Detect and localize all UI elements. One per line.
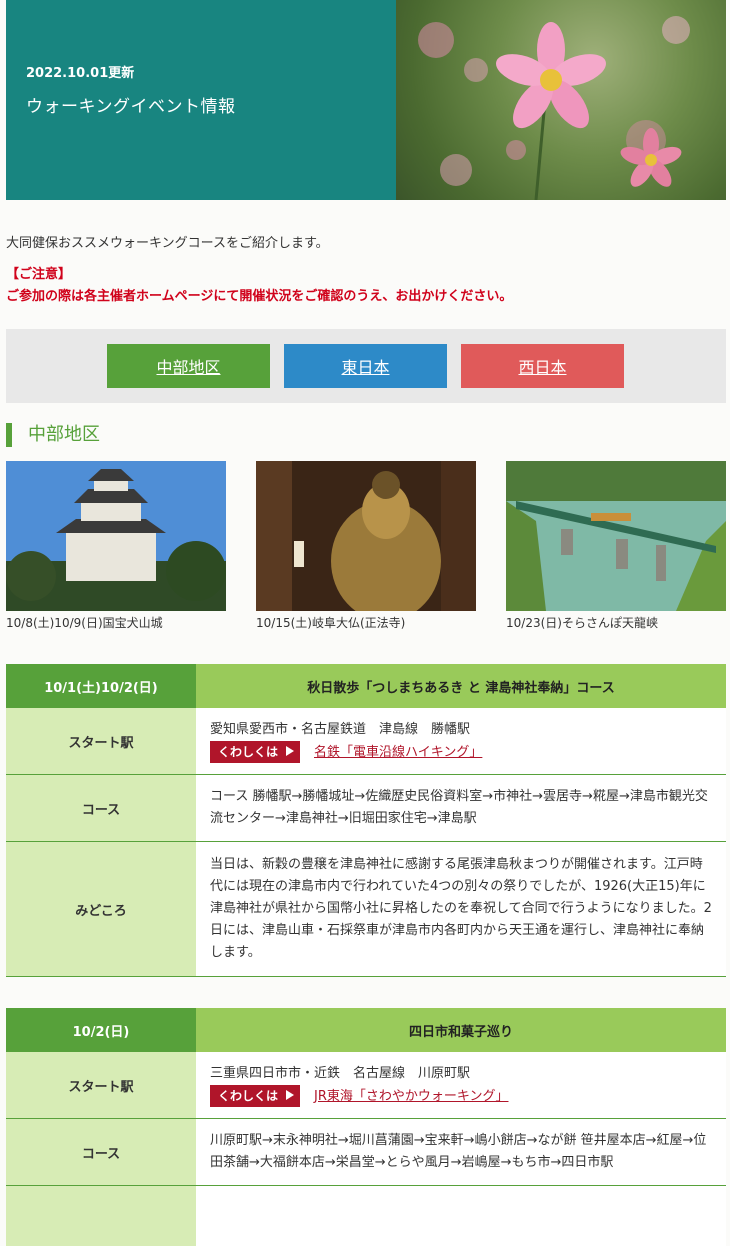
start-station-cell: 三重県四日市市・近鉄 名古屋線 川原町駅 くわしくは JR東海「さわやかウォーキン… <box>196 1052 726 1119</box>
start-station-cell: 愛知県愛西市・名古屋鉄道 津島線 勝幡駅 くわしくは 名鉄「電車沿線ハイキング」 <box>196 708 726 775</box>
table-row: みどころ 当日は、新穀の豊穣を津島神社に感謝する尾張津島秋まつりが開催されます。… <box>6 842 726 977</box>
detail-button-label: くわしくは <box>218 745 278 759</box>
gifu-daibutsu-photo <box>256 461 476 611</box>
detail-button[interactable]: くわしくは <box>210 1085 300 1107</box>
cosmos-illustration <box>396 0 726 200</box>
event-table: 10/2(日) 四日市和菓子巡り スタート駅 三重県四日市市・近鉄 名古屋線 川… <box>6 1008 726 1246</box>
event-header-row: 10/2(日) 四日市和菓子巡り <box>6 1008 726 1052</box>
intro-text: 大同健保おススメウォーキングコースをご紹介します。 <box>6 232 329 251</box>
photo-caption: 10/15(土)岐阜大仏(正法寺) <box>256 614 405 631</box>
update-date: 2022.10.01更新 <box>26 62 134 81</box>
arrow-right-icon <box>286 1090 294 1100</box>
start-station: 三重県四日市市・近鉄 名古屋線 川原町駅 <box>210 1063 714 1085</box>
nav-east-button[interactable]: 東日本 <box>284 344 447 388</box>
cosmos-flower-image <box>396 0 726 200</box>
header-panel: 2022.10.01更新 ウォーキングイベント情報 <box>6 0 396 200</box>
event-header-row: 10/1(土)10/2(日) 秋日散歩「つしまちあるき と 津島神社奉納」コース <box>6 664 726 708</box>
page-title: ウォーキングイベント情報 <box>26 92 236 117</box>
detail-button[interactable]: くわしくは <box>210 741 300 763</box>
row-label: みどころ <box>6 842 196 977</box>
region-nav: 中部地区 東日本 西日本 <box>6 329 726 403</box>
inuyama-castle-photo <box>6 461 226 611</box>
table-row <box>6 1186 726 1246</box>
row-label: コース <box>6 775 196 842</box>
course-cell: コース 勝幡駅→勝幡城址→佐織歴史民俗資料室→市神社→雲居寺→糀屋→津島市観光交… <box>196 775 726 842</box>
row-label: スタート駅 <box>6 708 196 775</box>
tenryukyo-photo <box>506 461 726 611</box>
external-link[interactable]: JR東海「さわやかウォーキング」 <box>314 1089 508 1104</box>
notice-box: 【ご注意】 ご参加の際は各主催者ホームページにて開催状況をご確認のうえ、お出かけ… <box>6 264 512 308</box>
table-row: コース コース 勝幡駅→勝幡城址→佐織歴史民俗資料室→市神社→雲居寺→糀屋→津島… <box>6 775 726 842</box>
empty-cell <box>196 1186 726 1246</box>
event-date: 10/2(日) <box>6 1008 196 1052</box>
photo-caption: 10/8(土)10/9(日)国宝犬山城 <box>6 614 163 631</box>
arrow-right-icon <box>286 746 294 756</box>
table-row: スタート駅 三重県四日市市・近鉄 名古屋線 川原町駅 くわしくは JR東海「さわや… <box>6 1052 726 1119</box>
page-header: 2022.10.01更新 ウォーキングイベント情報 <box>6 0 726 200</box>
table-row: コース 川原町駅→末永神明社→堀川菖蒲園→宝来軒→嶋小餅店→なが餅 笹井屋本店→… <box>6 1119 726 1186</box>
event-title: 秋日散歩「つしまちあるき と 津島神社奉納」コース <box>196 664 726 708</box>
notice-heading: 【ご注意】 <box>6 264 512 286</box>
nav-chubu-button[interactable]: 中部地区 <box>107 344 270 388</box>
photo-caption: 10/23(日)そらさんぽ天龍峡 <box>506 614 658 631</box>
course-cell: 川原町駅→末永神明社→堀川菖蒲園→宝来軒→嶋小餅店→なが餅 笹井屋本店→紅屋→位… <box>196 1119 726 1186</box>
event-table: 10/1(土)10/2(日) 秋日散歩「つしまちあるき と 津島神社奉納」コース… <box>6 664 726 977</box>
table-row: スタート駅 愛知県愛西市・名古屋鉄道 津島線 勝幡駅 くわしくは 名鉄「電車沿線ハ… <box>6 708 726 775</box>
start-station: 愛知県愛西市・名古屋鉄道 津島線 勝幡駅 <box>210 719 714 741</box>
event-date: 10/1(土)10/2(日) <box>6 664 196 708</box>
highlight-cell: 当日は、新穀の豊穣を津島神社に感謝する尾張津島秋まつりが開催されます。江戸時代に… <box>196 842 726 977</box>
event-title: 四日市和菓子巡り <box>196 1008 726 1052</box>
row-label <box>6 1186 196 1246</box>
detail-button-label: くわしくは <box>218 1089 278 1103</box>
nav-west-button[interactable]: 西日本 <box>461 344 624 388</box>
notice-text: ご参加の際は各主催者ホームページにて開催状況をご確認のうえ、お出かけください。 <box>6 286 512 308</box>
row-label: コース <box>6 1119 196 1186</box>
external-link[interactable]: 名鉄「電車沿線ハイキング」 <box>314 745 482 760</box>
row-label: スタート駅 <box>6 1052 196 1119</box>
section-title: 中部地区 <box>6 423 100 447</box>
